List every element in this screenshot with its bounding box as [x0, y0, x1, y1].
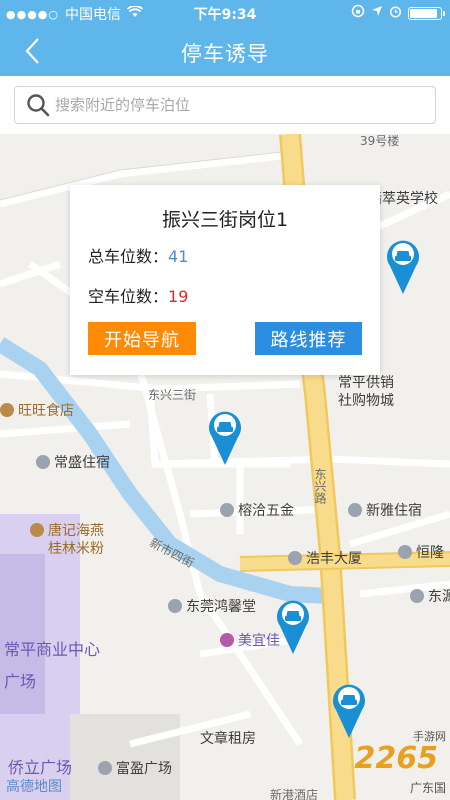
battery-fill: [410, 8, 437, 18]
parking-info-popup: 振兴三街岗位1 总车位数：41 空车位数：19 开始导航 路线推荐: [70, 185, 380, 375]
parking-pin-4[interactable]: [330, 680, 368, 740]
map-label-haofeng: 浩丰大厦: [288, 548, 362, 568]
parking-name: 振兴三街岗位1: [161, 209, 289, 231]
map-label-wangwang-text: 旺旺食店: [18, 403, 74, 419]
building-icon: [288, 551, 302, 565]
total-spaces-value: 41: [168, 247, 189, 266]
search-input[interactable]: [55, 96, 435, 114]
map-label-haofeng-text: 浩丰大厦: [306, 551, 362, 567]
parking-pin-3[interactable]: [274, 596, 312, 656]
watermark-region: 广东国: [409, 781, 446, 795]
map-label-changsheng-text: 常盛住宿: [54, 455, 110, 471]
map-label-qiaoli: 侨立广场: [8, 758, 73, 777]
map-label-wenzhang: 文章租房: [200, 731, 256, 747]
store-icon: [220, 633, 234, 647]
alarm-icon: [389, 5, 402, 22]
map-label-rongqia: 榕洽五金: [220, 500, 294, 520]
map-label-henglong-text: 恒隆: [416, 545, 444, 561]
map-label-square: 广场: [4, 672, 37, 691]
map-label-dongyuan: 东源: [410, 586, 450, 606]
restaurant-icon: [0, 403, 14, 417]
map-label-dongguan-hongxin: 东莞鸿馨堂: [168, 596, 256, 616]
total-spaces-label: 总车位数：: [88, 247, 169, 266]
map-label-dongguan-hongxin-text: 东莞鸿馨堂: [186, 599, 256, 615]
map-label-building-39: 39号楼: [360, 134, 400, 148]
route-recommend-button[interactable]: 路线推荐: [255, 322, 362, 355]
status-bar: ●●●●○ 中国电信 下午9:34: [0, 0, 450, 26]
search-box[interactable]: [14, 86, 436, 124]
building-icon-2: [398, 545, 412, 559]
parking-pin-1[interactable]: [384, 236, 422, 296]
map-label-henglong: 恒隆: [398, 542, 444, 562]
map-label-tangji-text: 唐记海燕: [48, 523, 104, 539]
page-title: 停车诱导: [181, 42, 269, 66]
map-label-meiyijia: 美宜佳: [220, 630, 280, 650]
map-label-changping-center: 常平商业中心: [4, 640, 101, 659]
empty-spaces-value: 19: [168, 287, 189, 306]
map-block-grey: [70, 714, 180, 800]
map-label-fuying: 富盈广场: [98, 758, 172, 778]
hotel-icon: [36, 455, 50, 469]
map-label-rongqia-text: 榕洽五金: [238, 503, 294, 519]
restaurant-icon-2: [30, 523, 44, 537]
mall-icon: [98, 761, 112, 775]
map-label-social-city: 社购物城: [338, 393, 394, 409]
search-icon: [21, 87, 55, 123]
parking-pin-2[interactable]: [206, 407, 244, 467]
hotel-icon-2: [348, 503, 362, 517]
map-label-guilin: 桂林米粉: [48, 541, 104, 557]
search-bar: [0, 76, 450, 134]
status-right: [351, 4, 445, 22]
map-label-wangwang: 旺旺食店: [0, 400, 74, 420]
map-label-dongxing-3rd: 东兴三街: [148, 388, 197, 402]
amap-logo: 高德地图: [6, 779, 62, 795]
map-label-fuying-text: 富盈广场: [116, 761, 172, 777]
map-label-changsheng: 常盛住宿: [36, 452, 110, 472]
battery-icon: [408, 6, 445, 20]
map-label-changping-supply: 常平供销: [338, 375, 394, 391]
empty-spaces-label: 空车位数：: [88, 287, 169, 306]
map-label-tangji: 唐记海燕: [30, 520, 104, 540]
map-label-xinya-text: 新雅住宿: [366, 503, 422, 519]
map-label-dongyuan-text: 东源: [428, 589, 450, 605]
nav-bar: 停车诱导: [0, 26, 450, 76]
orientation-lock-icon: [351, 4, 365, 22]
pharmacy-icon: [168, 599, 182, 613]
watermark-logo: 2265: [354, 741, 439, 776]
total-spaces-row: 总车位数：41: [88, 243, 188, 267]
location-arrow-icon: [371, 5, 383, 21]
map-label-xingang: 新港酒店: [270, 788, 319, 800]
start-navigation-button[interactable]: 开始导航: [88, 322, 196, 355]
building-icon-3: [410, 589, 424, 603]
shop-icon: [220, 503, 234, 517]
map-label-xinya: 新雅住宿: [348, 500, 422, 520]
empty-spaces-row: 空车位数：19: [88, 283, 188, 307]
map-label-dongxing-road: 东兴路: [313, 468, 327, 504]
